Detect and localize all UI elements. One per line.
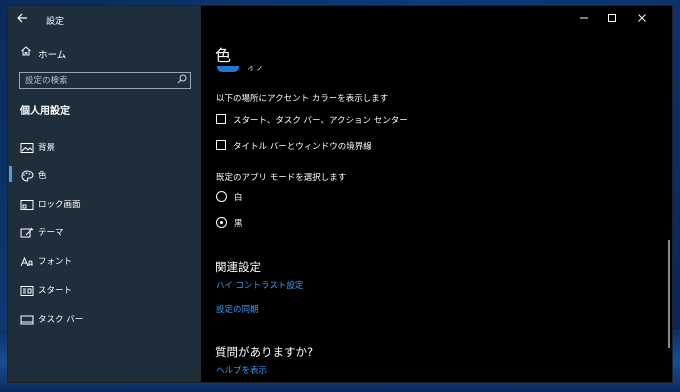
sidebar-item-label: フォント [38, 257, 73, 267]
sync-settings-link[interactable]: 設定の同期 [216, 303, 259, 315]
settings-window: 設定 ホーム 個人用設定 背景 色 [8, 6, 672, 382]
window-controls [572, 6, 672, 34]
sidebar-item-label: ホーム [38, 50, 67, 61]
toggle-switch[interactable] [217, 66, 239, 72]
back-arrow-icon[interactable] [16, 12, 32, 28]
search-input[interactable] [25, 74, 170, 87]
accent-surfaces-label: 以下の場所にアクセント カラーを表示します [216, 94, 389, 104]
search-icon[interactable] [177, 74, 187, 87]
lock-screen-icon [20, 196, 34, 210]
sidebar-item-font[interactable]: フォント [8, 249, 201, 271]
radio-label: 黒 [234, 219, 243, 229]
maximize-icon[interactable] [602, 13, 622, 26]
home-icon [20, 45, 32, 60]
page-title: 色 [215, 46, 232, 65]
titlebar-left: 設定 [8, 6, 201, 34]
sidebar-item-background[interactable]: 背景 [8, 135, 201, 157]
font-icon [20, 253, 34, 267]
sidebar-item-label: テーマ [38, 228, 64, 238]
section-title: 個人用設定 [20, 106, 70, 117]
sidebar-item-home[interactable]: ホーム [8, 42, 201, 64]
palette-icon [20, 167, 34, 182]
taskbar-icon [20, 311, 34, 325]
toggle-state-label: オフ [247, 63, 263, 72]
checkbox-label: スタート、タスク バー、アクション センター [233, 116, 408, 126]
theme-icon [20, 224, 34, 238]
get-help-link[interactable]: ヘルプを表示 [216, 364, 267, 376]
radio-button[interactable] [216, 191, 227, 202]
close-icon[interactable] [632, 13, 652, 26]
checkbox-label: タイトル バーとウィンドウの境界線 [233, 142, 372, 152]
picture-icon [20, 139, 34, 153]
sidebar-item-color[interactable]: 色 [8, 163, 201, 185]
sidebar: 設定 ホーム 個人用設定 背景 色 [8, 6, 201, 382]
active-indicator [9, 166, 12, 182]
sidebar-item-label: 背景 [38, 143, 56, 153]
sidebar-item-lock-screen[interactable]: ロック画面 [8, 192, 201, 214]
app-title: 設定 [46, 17, 65, 27]
checkbox[interactable] [216, 140, 226, 150]
sidebar-item-start[interactable]: スタート [8, 278, 201, 300]
sidebar-item-theme[interactable]: テーマ [8, 220, 201, 242]
search-box[interactable] [19, 72, 191, 89]
question-heading: 質問がありますか? [215, 345, 314, 359]
sidebar-item-label: スタート [38, 286, 73, 296]
sidebar-item-taskbar[interactable]: タスク バー [8, 307, 201, 329]
sidebar-item-label: ロック画面 [38, 200, 81, 210]
radio-label: 白 [234, 193, 243, 203]
app-mode-label: 既定のアプリ モードを選択します [216, 173, 347, 183]
high-contrast-link[interactable]: ハイ コントラスト設定 [216, 279, 303, 291]
scrollbar[interactable] [668, 240, 670, 348]
related-settings-heading: 関連設定 [215, 260, 261, 274]
content-pane: 色 オフ 以下の場所にアクセント カラーを表示します スタート、タスク バー、ア… [201, 6, 672, 382]
sidebar-item-label: タスク バー [38, 315, 84, 325]
sidebar-item-label: 色 [38, 171, 47, 181]
checkbox[interactable] [216, 114, 226, 124]
minimize-icon[interactable] [574, 13, 594, 26]
start-icon [20, 282, 34, 296]
radio-button[interactable] [216, 217, 227, 228]
